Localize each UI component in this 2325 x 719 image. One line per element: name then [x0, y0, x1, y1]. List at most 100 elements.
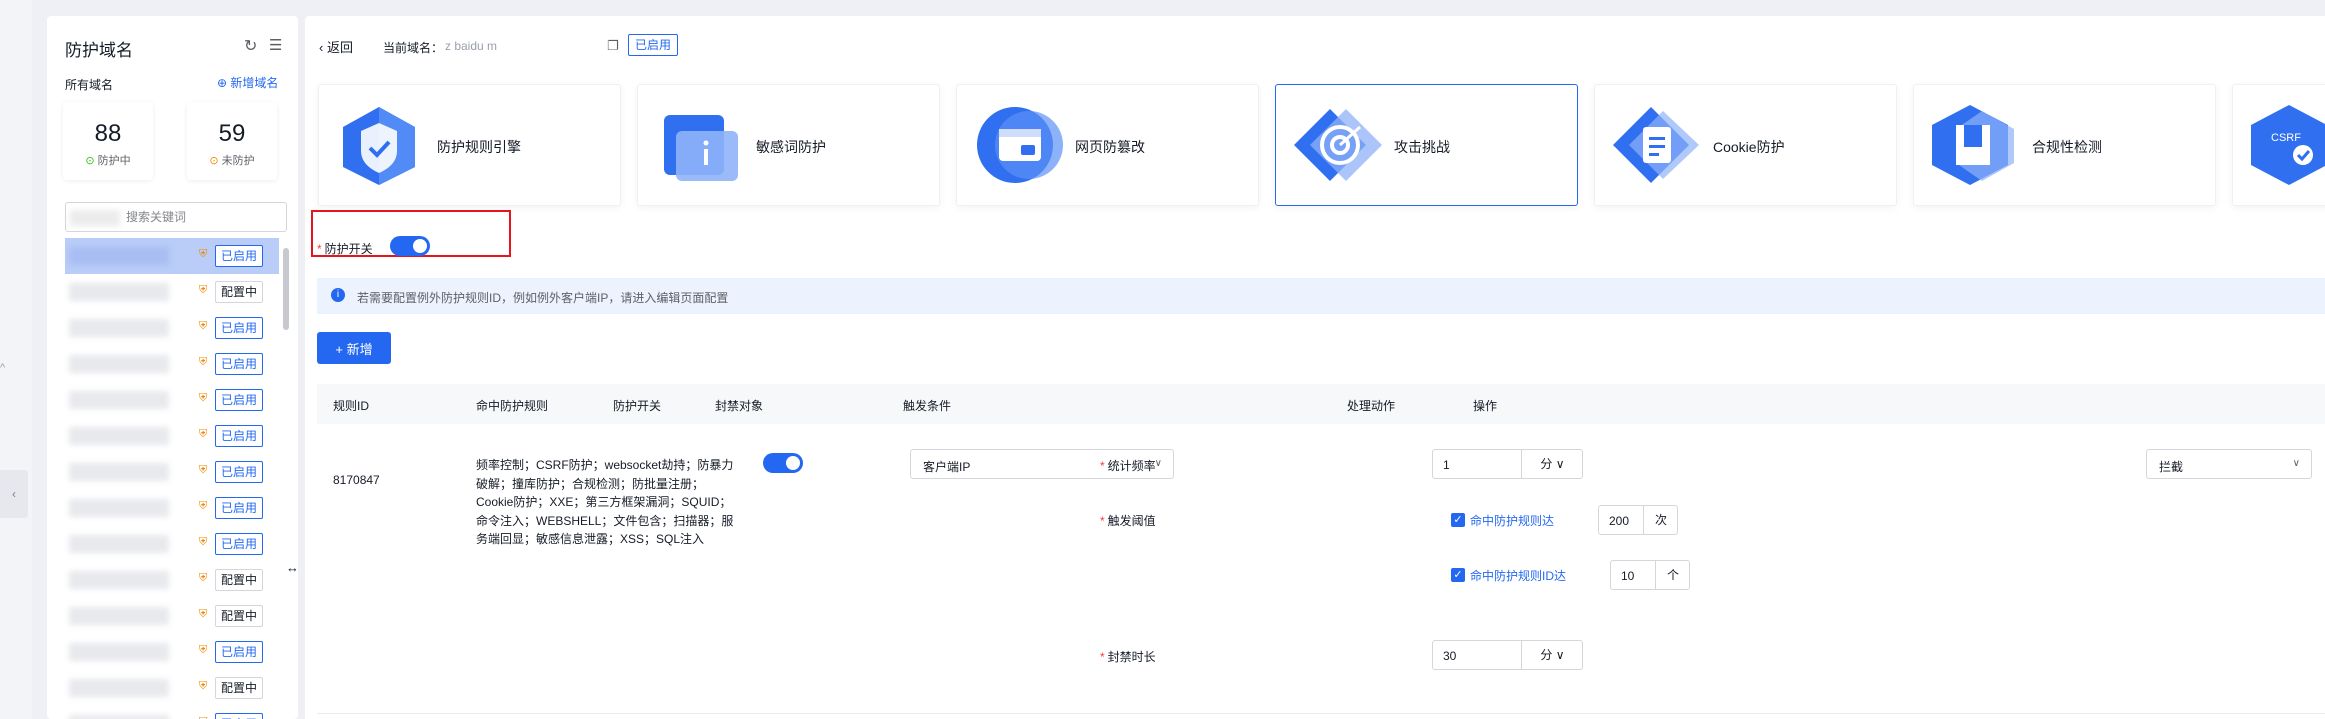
stat-unprotected-count: 59	[218, 120, 246, 147]
feature-card[interactable]: Cookie防护	[1594, 84, 1897, 206]
back-label: 返回	[326, 40, 353, 55]
domain-list-item[interactable]: ⛨ 已启用	[65, 490, 279, 526]
chevron-down-icon: ∨	[2292, 458, 2300, 469]
domain-name-redacted	[69, 535, 169, 553]
domain-status-badge[interactable]: 已启用	[215, 245, 264, 267]
domain-status-badge[interactable]: 已启用	[215, 497, 264, 519]
domain-list-item[interactable]: ⛨已启用	[65, 634, 279, 670]
action-value: 拦截	[2159, 460, 2184, 474]
feature-cards: 防护规则引擎 敏感词防护 网页防篡改 攻击挑战 Cookie防护 合规性检测 CSRF	[318, 84, 2325, 210]
domain-list-item[interactable]: ⛨ 已启用	[65, 418, 279, 454]
domain-list-item[interactable]: ⛨ 配置中	[65, 598, 279, 634]
list-menu-icon[interactable]: ☰	[269, 36, 282, 54]
feature-card[interactable]: 合规性检测	[1913, 84, 2216, 206]
stat-freq-unit-select[interactable]: 分 ∨	[1521, 450, 1583, 478]
plus-circle-icon: ⊕	[217, 76, 231, 90]
domain-name-redacted	[69, 319, 169, 337]
check-shield-icon: ⊙	[85, 155, 95, 167]
stat-unprotected: 59 ⊙ 未防护	[187, 102, 277, 180]
domain-name-redacted	[69, 283, 169, 301]
target-icon	[1288, 101, 1384, 187]
domain-name-redacted	[69, 571, 169, 589]
shield-icon: ⛨	[199, 572, 208, 584]
shield-icon: ⛨	[199, 464, 208, 476]
action-select[interactable]: 拦截 ∨	[2146, 449, 2312, 479]
domain-status-badge[interactable]: 配置中	[215, 677, 264, 699]
domain-list-item[interactable]: ⛨ 已启用	[65, 238, 279, 274]
shield-icon: ⛨	[199, 536, 208, 548]
block-duration-label: * 封禁时长	[1100, 650, 1156, 664]
domain-name-redacted	[69, 607, 169, 625]
main-content: ‹ 返回 当前域名： z baidu m ❐ 已启用 防护规则引擎 敏感词防护 网页…	[305, 16, 2325, 719]
shield-icon: ⛨	[199, 356, 208, 368]
protection-switch[interactable]	[390, 236, 430, 256]
feature-card[interactable]: 网页防篡改	[956, 84, 1259, 206]
feature-card-title: 防护规则引擎	[437, 139, 521, 155]
collapse-sidebar-button[interactable]: ‹	[0, 470, 28, 518]
domain-list-item[interactable]: ⛨已启用	[65, 310, 279, 346]
domain-status-badge[interactable]: 已启用	[215, 425, 264, 447]
domain-name-redacted	[69, 643, 169, 661]
domain-list-item[interactable]: ⛨ 已启用	[65, 526, 279, 562]
copy-icon[interactable]: ❐	[607, 38, 619, 54]
domain-list-item[interactable]: ⛨ 已启用	[65, 454, 279, 490]
back-button[interactable]: ‹ 返回	[319, 37, 353, 56]
add-domain-label: 新增域名	[230, 76, 279, 90]
domain-status-badge[interactable]: 配置中	[215, 281, 264, 303]
add-rule-button[interactable]: + 新增	[317, 332, 391, 364]
hit-rules-text: 频率控制；CSRF防护；websocket劫持；防暴力破解；撞库防护；合规检测；…	[476, 458, 734, 546]
shield-icon: ⛨	[199, 500, 208, 512]
stat-protected-count: 88	[94, 120, 122, 147]
info-text: 若需要配置例外防护规则ID，例如例外客户端IP，请进入编辑页面配置	[357, 291, 729, 305]
block-duration-input[interactable]: 30 分 ∨	[1432, 640, 1583, 670]
domain-status-badge[interactable]: 已启用	[215, 353, 264, 375]
domain-status-badge[interactable]: 配置中	[215, 605, 264, 627]
domain-list-item[interactable]: ⛨ 配置中	[65, 562, 279, 598]
stat-protected: 88 ⊙ 防护中	[63, 102, 153, 180]
feature-card[interactable]: CSRF	[2232, 84, 2325, 206]
current-domain-label: 当前域名：	[383, 41, 444, 55]
feature-card[interactable]: 攻击挑战	[1275, 84, 1578, 206]
shield-check-icon	[331, 101, 427, 187]
stat-protected-label: 防护中	[97, 155, 131, 167]
col-switch: 防护开关	[613, 399, 662, 413]
sensitive-word-icon	[650, 101, 746, 187]
shield-icon: ⛨	[199, 428, 208, 440]
table-header: 规则ID 命中防护规则 防护开关 封禁对象 触发条件 处理动作 操作	[317, 384, 2325, 424]
domain-status-badge[interactable]: 已启用	[215, 461, 264, 483]
domain-name-redacted	[69, 427, 169, 445]
cond1-checkbox[interactable]: ✓	[1451, 513, 1465, 527]
search-type-select[interactable]	[70, 210, 120, 226]
domain-status-badge[interactable]: 配置中	[215, 569, 264, 591]
cond1-unit: 次	[1643, 506, 1678, 534]
rule-switch[interactable]	[763, 453, 803, 473]
domain-status-badge[interactable]: 已启用	[215, 641, 264, 663]
col-ops: 操作	[1473, 399, 1498, 413]
domain-list-item[interactable]: ⛨ 配置中	[65, 274, 279, 310]
col-action: 处理动作	[1347, 399, 1396, 413]
add-domain-link[interactable]: ⊕ 新增域名	[217, 74, 278, 91]
stat-freq-input[interactable]: 1 分 ∨	[1432, 449, 1583, 479]
search-input[interactable]	[126, 207, 281, 227]
feature-card[interactable]: 防护规则引擎	[318, 84, 621, 206]
domain-list-item[interactable]: ⛨ 配置中	[65, 670, 279, 706]
cond2-input[interactable]: 10 个	[1610, 560, 1690, 590]
cond2-unit: 个	[1655, 561, 1690, 589]
domain-list-item[interactable]: ⛨ 已启用	[65, 346, 279, 382]
domain-list-item[interactable]: ⛨已启用	[65, 382, 279, 418]
refresh-icon[interactable]: ↻	[244, 36, 257, 56]
feature-card[interactable]: 敏感词防护	[637, 84, 940, 206]
cond1-input[interactable]: 200 次	[1598, 505, 1678, 535]
panel-resize-handle[interactable]: ↔	[286, 560, 299, 575]
domain-list-scrollbar[interactable]	[283, 248, 289, 330]
domain-name-redacted	[69, 499, 169, 517]
cond2-checkbox[interactable]: ✓	[1451, 568, 1465, 582]
domain-status-badge[interactable]: 已启用	[215, 713, 264, 719]
feature-card-title: 网页防篡改	[1075, 139, 1145, 155]
domain-status-badge[interactable]: 已启用	[215, 317, 264, 339]
domain-status-badge[interactable]: 已启用	[215, 389, 264, 411]
block-duration-unit-select[interactable]: 分 ∨	[1521, 641, 1583, 669]
domain-status-badge[interactable]: 已启用	[215, 533, 264, 555]
domain-list-item[interactable]: ⛨已启用	[65, 706, 279, 719]
shield-icon: ⛨	[199, 248, 208, 260]
